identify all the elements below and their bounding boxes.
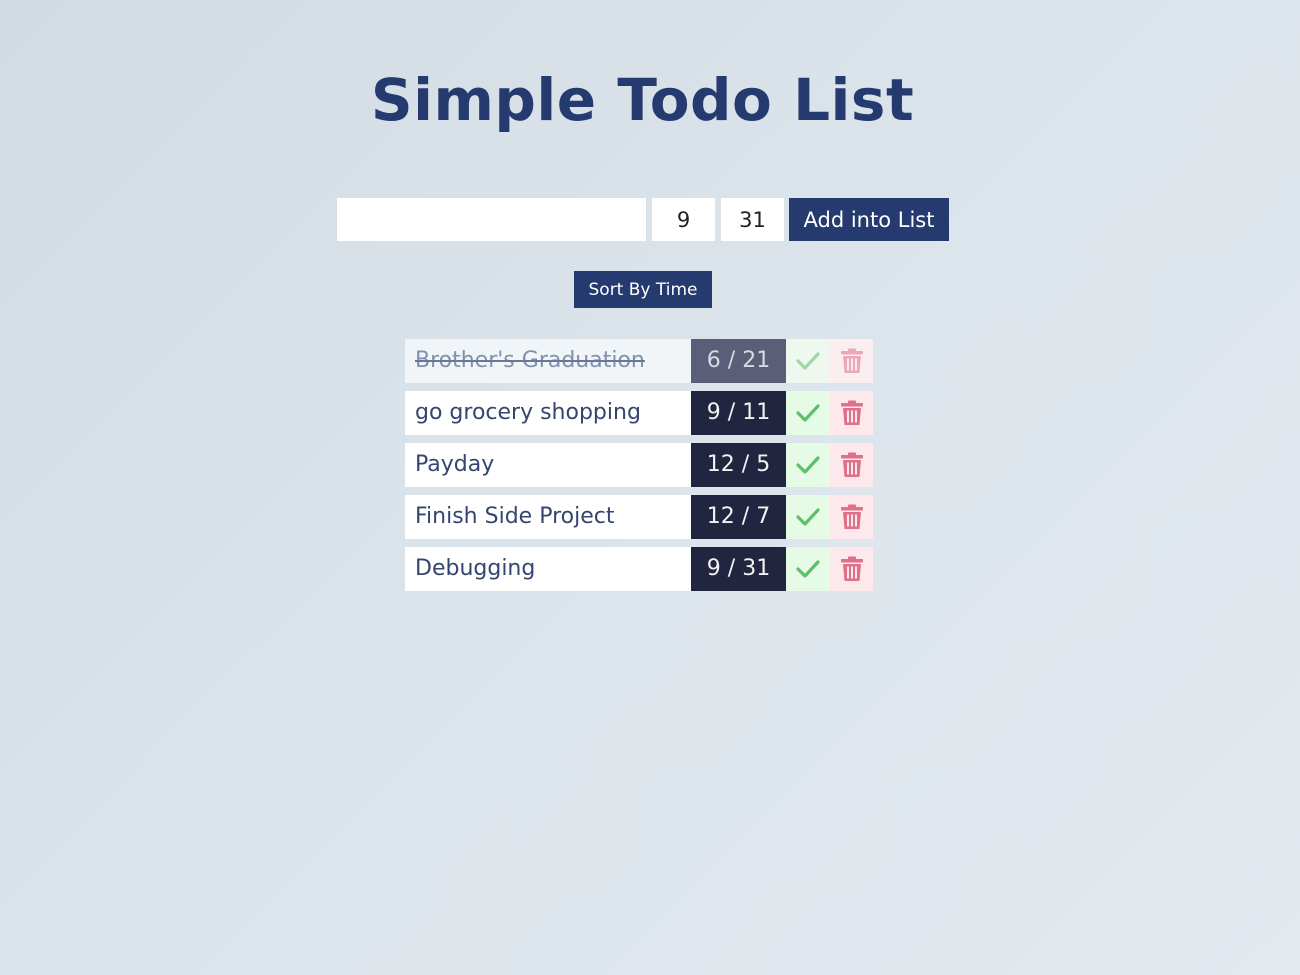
check-icon: [796, 352, 820, 370]
todo-date: 6 / 21: [691, 339, 786, 383]
todo-text: Debugging: [405, 547, 691, 591]
month-input[interactable]: [652, 198, 715, 241]
check-icon: [796, 404, 820, 422]
delete-button[interactable]: [830, 495, 873, 539]
todo-list: Brother's Graduation 6 / 21 go grocery s…: [405, 339, 873, 599]
trash-icon: [840, 400, 863, 425]
sort-by-time-button[interactable]: Sort By Time: [574, 271, 712, 308]
todo-item: Payday 12 / 5: [405, 443, 873, 487]
delete-button[interactable]: [830, 547, 873, 591]
todo-item: go grocery shopping 9 / 11: [405, 391, 873, 435]
check-icon: [796, 508, 820, 526]
todo-text: go grocery shopping: [405, 391, 691, 435]
complete-button[interactable]: [786, 547, 830, 591]
todo-date: 12 / 7: [691, 495, 786, 539]
todo-date: 9 / 31: [691, 547, 786, 591]
todo-text: Payday: [405, 443, 691, 487]
trash-icon: [840, 556, 863, 581]
complete-button[interactable]: [786, 339, 830, 383]
add-into-list-button[interactable]: Add into List: [789, 198, 949, 241]
page-title: Simple Todo List: [370, 66, 915, 134]
complete-button[interactable]: [786, 495, 830, 539]
delete-button[interactable]: [830, 443, 873, 487]
delete-button[interactable]: [830, 391, 873, 435]
day-input[interactable]: [721, 198, 784, 241]
delete-button[interactable]: [830, 339, 873, 383]
check-icon: [796, 456, 820, 474]
todo-date: 12 / 5: [691, 443, 786, 487]
check-icon: [796, 560, 820, 578]
todo-text: Brother's Graduation: [405, 339, 691, 383]
todo-date: 9 / 11: [691, 391, 786, 435]
todo-item: Finish Side Project 12 / 7: [405, 495, 873, 539]
todo-item: Debugging 9 / 31: [405, 547, 873, 591]
todo-text: Finish Side Project: [405, 495, 691, 539]
complete-button[interactable]: [786, 391, 830, 435]
todo-text-input[interactable]: [337, 198, 646, 241]
complete-button[interactable]: [786, 443, 830, 487]
trash-icon: [840, 504, 863, 529]
todo-item: Brother's Graduation 6 / 21: [405, 339, 873, 383]
trash-icon: [840, 348, 863, 373]
trash-icon: [840, 452, 863, 477]
